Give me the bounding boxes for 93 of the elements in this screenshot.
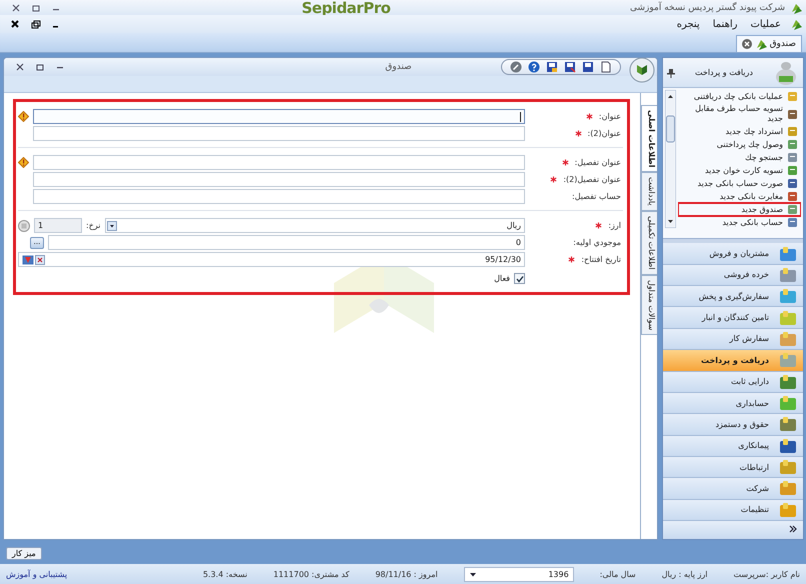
scrollbar[interactable] [665, 90, 676, 228]
desktop-button[interactable]: میز کار [6, 546, 42, 560]
input-field[interactable] [33, 155, 525, 170]
field-label: تاریخ افتتاح: [581, 255, 621, 264]
support-link[interactable]: پشتیبانی و آموزش [6, 570, 68, 578]
restore-icon[interactable] [30, 2, 42, 12]
task-item[interactable]: صورت حساب بانکی جدید [678, 177, 801, 190]
module-button[interactable]: پیمانکاری [663, 436, 803, 457]
field-label: حساب تفصیل: [572, 192, 621, 201]
document-icon [787, 152, 798, 164]
task-item[interactable]: حساب بانکی جدید [678, 216, 801, 230]
side-tab[interactable]: یادداشت [641, 172, 657, 212]
clear-icon[interactable] [35, 254, 45, 264]
document-icon [787, 178, 798, 190]
menu-item[interactable]: راهنما [708, 18, 742, 30]
new-document-icon[interactable] [600, 61, 612, 73]
module-button[interactable]: سفارش کار [663, 328, 803, 350]
module-button[interactable]: مشتریان و فروش [663, 243, 803, 265]
leaf-icon [790, 2, 802, 14]
module-button[interactable]: حقوق و دستمزد [663, 414, 803, 436]
module-button[interactable]: تامین کنندگان و انبار [663, 307, 803, 329]
status-text: نام کاربر :سرپرست [734, 570, 800, 578]
status-text: ارز پایه : ریال [662, 570, 708, 578]
menu-item[interactable]: عملیات [746, 18, 785, 30]
side-tab[interactable]: اطلاعات اصلی [641, 105, 657, 172]
input-field[interactable]: 0 [48, 235, 525, 250]
task-item[interactable]: صندوق جدید [678, 203, 801, 216]
document-icon [787, 191, 798, 202]
field-label: عنوان(2): [588, 129, 621, 138]
help-icon[interactable] [528, 61, 540, 73]
field-label: ارز: [608, 221, 621, 230]
module-button[interactable]: ارتباطات [663, 456, 803, 478]
window-title: شرکت پیوند گستر پردیس نسخه آموزشی [630, 2, 785, 12]
document-tab[interactable]: صندوق [736, 35, 802, 52]
task-item[interactable]: مغایرت بانکی جدید [678, 190, 801, 204]
save-icon[interactable] [564, 61, 576, 73]
dropdown-field[interactable]: ریال [104, 218, 525, 233]
checkbox[interactable] [514, 273, 525, 284]
date-field[interactable]: 95/12/30 [18, 252, 525, 267]
leaf-icon [754, 38, 767, 50]
status-text: امروز : 98/11/16 [375, 570, 438, 578]
field-label: موجودي اولیه: [573, 238, 621, 247]
restore-icon[interactable] [30, 19, 42, 29]
status-text: کد مشتری: 1111700 [273, 570, 350, 578]
module-button[interactable]: خرده فروشی [663, 264, 803, 286]
pin-icon[interactable] [667, 68, 675, 78]
document-icon [787, 126, 798, 138]
document-icon [787, 217, 798, 228]
rate-field: 1 [34, 218, 82, 233]
side-tab[interactable]: اطلاعات تکمیلی [641, 211, 657, 275]
field-label: عنوان تفصیل(2): [563, 175, 621, 184]
task-item[interactable]: تسویه کارت خوان جدید [678, 164, 801, 178]
document-icon [787, 139, 798, 150]
year-dropdown[interactable]: 1396 [464, 566, 574, 582]
check-icon [516, 274, 524, 282]
module-button[interactable]: حسابداری [663, 392, 803, 414]
status-text: سال مالی: [600, 570, 636, 578]
dropdown-arrow-icon [468, 570, 477, 578]
window-title: صندوق [384, 62, 413, 72]
module-button[interactable]: دریافت و پرداخت [663, 350, 803, 372]
panel-title: دریافت و پرداخت [694, 68, 754, 78]
document-icon [787, 108, 798, 120]
close-icon[interactable] [10, 2, 22, 12]
task-item[interactable]: وصول چك پرداختنی [678, 138, 801, 152]
save-icon[interactable] [546, 61, 558, 73]
restore-icon[interactable] [34, 62, 46, 72]
module-button[interactable]: سفارش‌گیری و پخش [663, 286, 803, 308]
app-logo: SepidarPro [302, 0, 390, 16]
side-tab[interactable]: سوالات متداول [641, 274, 657, 336]
input-field[interactable] [33, 126, 525, 141]
close-icon[interactable] [14, 62, 26, 72]
task-item[interactable]: جستجو چك [678, 151, 801, 164]
module-button[interactable]: دارایی ثابت [663, 372, 803, 393]
task-item[interactable]: عملیات بانکی چك دریافتنی [678, 90, 801, 104]
calendar-icon[interactable] [22, 254, 34, 264]
task-item[interactable]: تسویه حساب طرف مقابل جدید [678, 103, 801, 126]
module-button[interactable]: تنظیمات [663, 500, 803, 522]
task-item[interactable]: استرداد چك جدید [678, 125, 801, 138]
input-field[interactable] [33, 189, 525, 204]
document-icon [787, 91, 798, 102]
input-field[interactable] [33, 172, 525, 187]
checkbox-label: فعال [494, 274, 510, 283]
input-field[interactable] [33, 109, 525, 124]
document-icon [787, 165, 798, 176]
field-label: عنوان: [598, 112, 621, 121]
field-label: نرخ: [86, 221, 100, 230]
save-icon[interactable] [582, 61, 594, 73]
module-button[interactable]: شرکت [663, 478, 803, 500]
menu-item[interactable]: پنجره [672, 18, 704, 30]
status-text: نسخه: 5.3.4 [202, 570, 248, 578]
field-label: عنوان تفصیل: [574, 158, 621, 167]
leaf-icon [790, 18, 802, 30]
document-icon [787, 204, 798, 216]
